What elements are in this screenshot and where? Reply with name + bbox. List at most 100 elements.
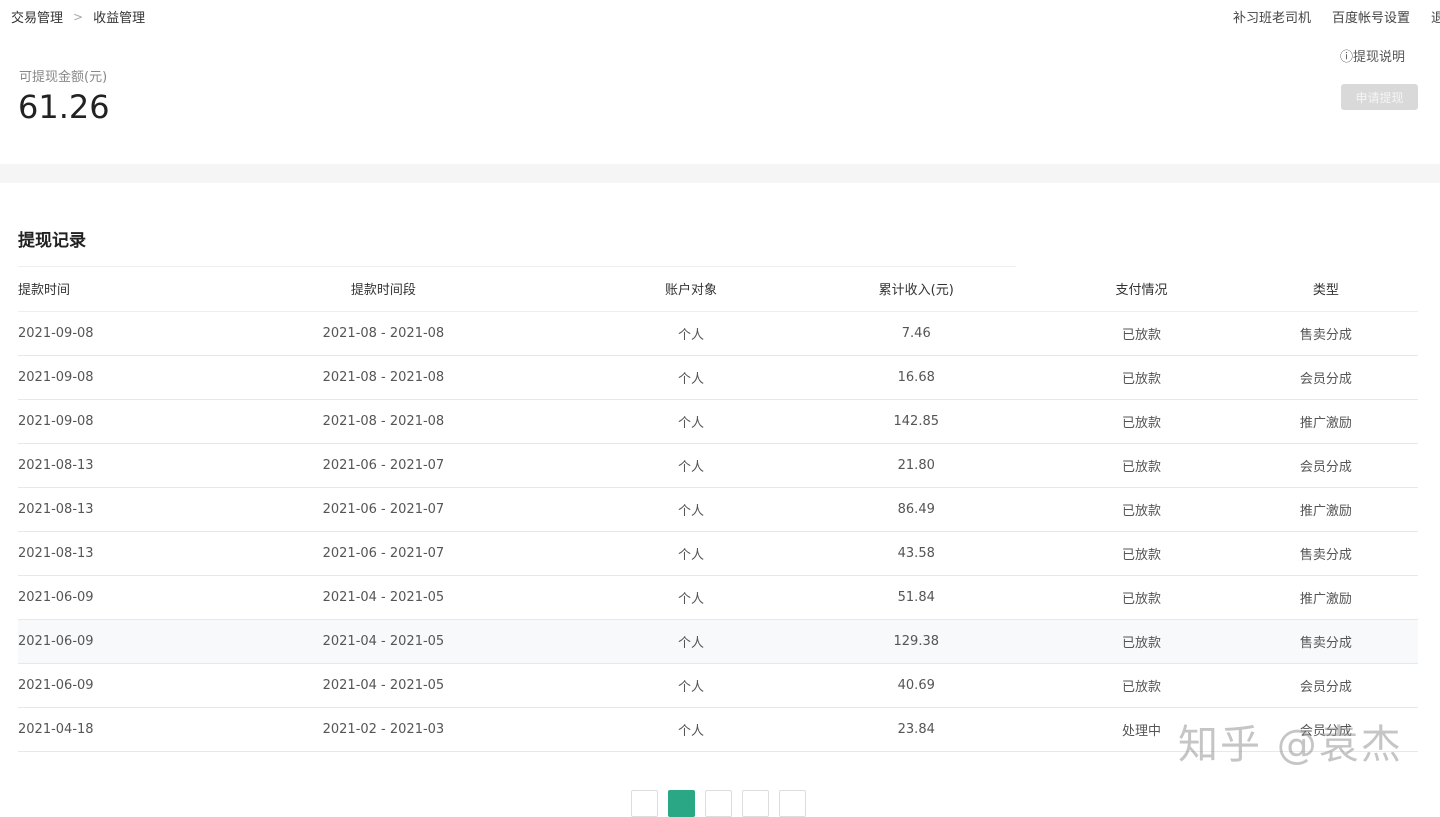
top-bar: 交易管理 > 收益管理 补习班老司机 百度帐号设置 退 xyxy=(0,0,1440,30)
table-cell: 51.84 xyxy=(783,575,1050,620)
balance-label: 可提现金额(元) xyxy=(19,70,108,85)
apply-withdraw-button[interactable]: 申请提现 xyxy=(1341,84,1418,110)
table-cell: 推广激励 xyxy=(1233,399,1418,444)
page-2-button[interactable] xyxy=(705,790,732,817)
table-cell: 2021-08 - 2021-08 xyxy=(168,355,599,400)
table-header: 提款时间 提款时间段 账户对象 累计收入(元) 支付情况 类型 xyxy=(18,267,1418,312)
table-cell: 会员分成 xyxy=(1233,663,1418,708)
table-row: 2021-04-18 2021-02 - 2021-03 个人 23.84 处理中 会员分… xyxy=(18,707,1418,752)
table-cell: 2021-04 - 2021-05 xyxy=(168,575,599,620)
table-cell: 个人 xyxy=(598,311,784,356)
breadcrumb: 交易管理 > 收益管理 xyxy=(11,7,145,27)
table-cell: 23.84 xyxy=(783,707,1050,752)
table-cell: 个人 xyxy=(598,619,784,664)
table-cell: 2021-06 - 2021-07 xyxy=(168,443,599,488)
table-cell: 2021-04-18 xyxy=(18,707,168,752)
account-settings-link[interactable]: 百度帐号设置 xyxy=(1332,7,1410,26)
table-cell: 个人 xyxy=(598,531,784,576)
table-cell: 2021-06-09 xyxy=(18,663,168,708)
page-3-button[interactable] xyxy=(742,790,769,817)
table-cell: 个人 xyxy=(598,663,784,708)
table-cell: 推广激励 xyxy=(1233,487,1418,532)
table-cell: 会员分成 xyxy=(1233,707,1418,752)
top-nav: 补习班老司机 百度帐号设置 退 xyxy=(1233,7,1440,26)
breadcrumb-income[interactable]: 收益管理 xyxy=(93,7,145,26)
table-cell: 会员分成 xyxy=(1233,355,1418,400)
table-cell: 已放款 xyxy=(1049,311,1234,356)
table-cell: 已放款 xyxy=(1049,575,1234,620)
table-cell: 2021-08 - 2021-08 xyxy=(168,311,599,356)
table-cell: 处理中 xyxy=(1049,707,1234,752)
table-cell: 2021-08 - 2021-08 xyxy=(168,399,599,444)
pagination xyxy=(631,790,806,817)
table-cell: 售卖分成 xyxy=(1233,311,1418,356)
table-cell: 40.69 xyxy=(783,663,1050,708)
table-cell: 售卖分成 xyxy=(1233,531,1418,576)
table-cell: 2021-06-09 xyxy=(18,575,168,620)
page-prev-button[interactable] xyxy=(631,790,658,817)
page-1-button[interactable] xyxy=(668,790,695,817)
section-title: 提现记录 xyxy=(18,231,86,251)
table-cell: 推广激励 xyxy=(1233,575,1418,620)
table-row: 2021-06-09 2021-04 - 2021-05 个人 129.38 已放款 售卖… xyxy=(18,619,1418,664)
table-row: 2021-08-13 2021-06 - 2021-07 个人 21.80 已放款 会员分… xyxy=(18,443,1418,488)
table-row: 2021-08-13 2021-06 - 2021-07 个人 86.49 已放款 推广激… xyxy=(18,487,1418,532)
table-cell: 已放款 xyxy=(1049,663,1234,708)
table-cell: 2021-04 - 2021-05 xyxy=(168,663,599,708)
table-cell: 2021-06 - 2021-07 xyxy=(168,487,599,532)
column-header: 支付情况 xyxy=(1049,267,1234,312)
balance-summary: 可提现金额(元) 61.26 ⓘ提现说明 申请提现 xyxy=(0,30,1440,164)
user-name-link[interactable]: 补习班老司机 xyxy=(1233,7,1311,26)
table-cell: 2021-09-08 xyxy=(18,311,168,356)
table-row: 2021-09-08 2021-08 - 2021-08 个人 16.68 已放款 会员分… xyxy=(18,355,1418,400)
section-divider xyxy=(0,164,1440,183)
table-cell: 21.80 xyxy=(783,443,1050,488)
table-row: 2021-09-08 2021-08 - 2021-08 个人 7.46 已放款 售卖分成 xyxy=(18,311,1418,356)
table-cell: 142.85 xyxy=(783,399,1050,444)
table-cell: 2021-06-09 xyxy=(18,619,168,664)
breadcrumb-trade[interactable]: 交易管理 xyxy=(11,7,63,26)
table-row: 2021-09-08 2021-08 - 2021-08 个人 142.85 已放款 推广… xyxy=(18,399,1418,444)
table-cell: 2021-09-08 xyxy=(18,399,168,444)
column-header: 账户对象 xyxy=(598,267,784,312)
table-cell: 2021-08-13 xyxy=(18,531,168,576)
table-cell: 2021-02 - 2021-03 xyxy=(168,707,599,752)
withdraw-help-link[interactable]: ⓘ提现说明 xyxy=(1340,46,1405,65)
table-cell: 2021-06 - 2021-07 xyxy=(168,531,599,576)
chevron-right-icon: > xyxy=(73,9,84,24)
column-header: 累计收入(元) xyxy=(783,267,1050,312)
table-cell: 个人 xyxy=(598,487,784,532)
table-cell: 129.38 xyxy=(783,619,1050,664)
table-cell: 个人 xyxy=(598,355,784,400)
table-cell: 已放款 xyxy=(1049,487,1234,532)
table-cell: 2021-09-08 xyxy=(18,355,168,400)
column-header: 提款时间段 xyxy=(168,267,599,312)
withdraw-records-table: 提款时间 提款时间段 账户对象 累计收入(元) 支付情况 类型 2021-09-08 202… xyxy=(18,267,1418,752)
table-cell: 16.68 xyxy=(783,355,1050,400)
table-cell: 2021-04 - 2021-05 xyxy=(168,619,599,664)
table-cell: 已放款 xyxy=(1049,355,1234,400)
page-next-button[interactable] xyxy=(779,790,806,817)
table-cell: 已放款 xyxy=(1049,443,1234,488)
table-cell: 已放款 xyxy=(1049,399,1234,444)
table-cell: 个人 xyxy=(598,443,784,488)
table-cell: 已放款 xyxy=(1049,531,1234,576)
table-cell: 个人 xyxy=(598,575,784,620)
table-cell: 会员分成 xyxy=(1233,443,1418,488)
table-cell: 2021-08-13 xyxy=(18,443,168,488)
table-cell: 2021-08-13 xyxy=(18,487,168,532)
column-header: 提款时间 xyxy=(18,267,168,312)
table-row: 2021-06-09 2021-04 - 2021-05 个人 51.84 已放款 推广激… xyxy=(18,575,1418,620)
table-cell: 已放款 xyxy=(1049,619,1234,664)
table-row: 2021-06-09 2021-04 - 2021-05 个人 40.69 已放款 会员分… xyxy=(18,663,1418,708)
table-row: 2021-08-13 2021-06 - 2021-07 个人 43.58 已放款 售卖分… xyxy=(18,531,1418,576)
table-cell: 7.46 xyxy=(783,311,1050,356)
table-cell: 个人 xyxy=(598,399,784,444)
logout-link[interactable]: 退 xyxy=(1431,7,1440,26)
table-cell: 43.58 xyxy=(783,531,1050,576)
table-cell: 86.49 xyxy=(783,487,1050,532)
column-header: 类型 xyxy=(1233,267,1418,312)
table-cell: 售卖分成 xyxy=(1233,619,1418,664)
table-cell: 个人 xyxy=(598,707,784,752)
balance-value: 61.26 xyxy=(18,88,110,126)
